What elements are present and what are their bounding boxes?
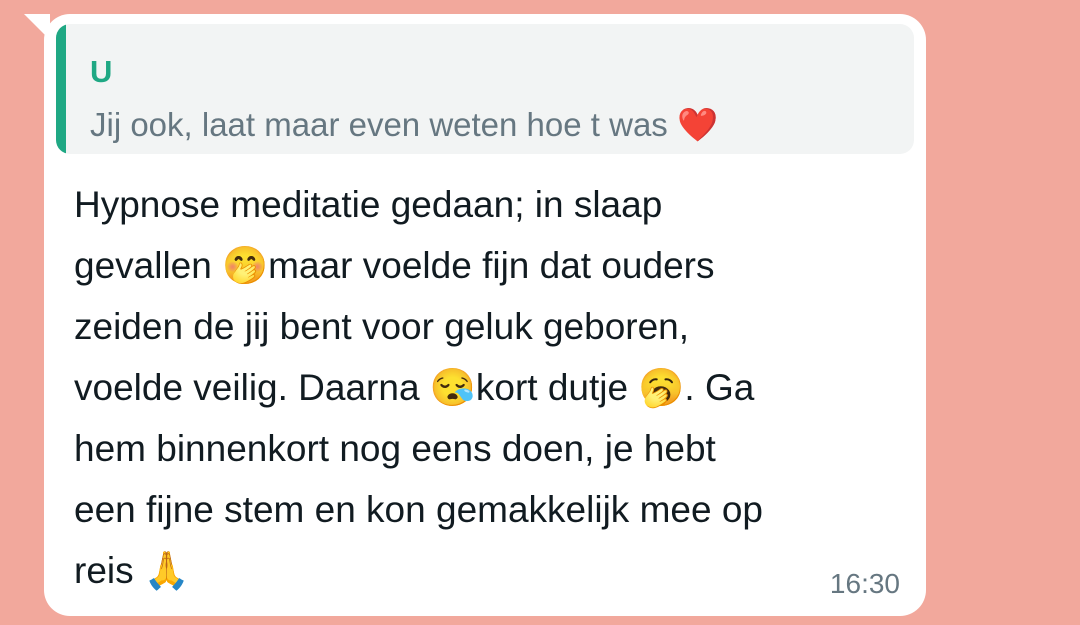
message-text: Hypnose meditatie gedaan; in slaap geval…: [74, 184, 763, 591]
quote-accent-bar: [56, 24, 66, 154]
message-bubble[interactable]: U Jij ook, laat maar even weten hoe t wa…: [44, 14, 926, 616]
quoted-text: Jij ook, laat maar even weten hoe t was …: [90, 106, 719, 143]
quoted-message[interactable]: U Jij ook, laat maar even weten hoe t wa…: [56, 24, 914, 154]
message-timestamp: 16:30: [829, 568, 900, 599]
quoted-author: U: [90, 54, 113, 89]
